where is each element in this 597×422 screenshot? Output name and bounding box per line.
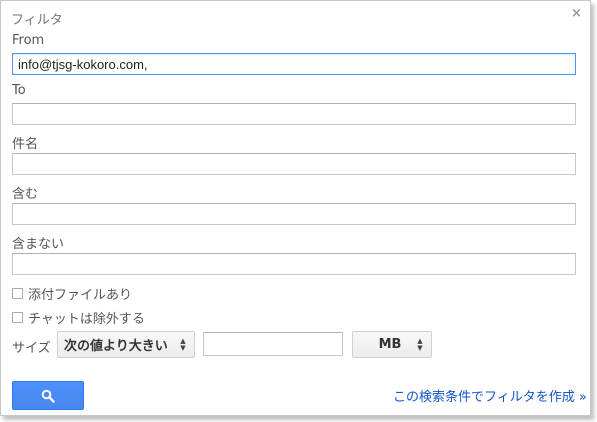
- size-unit-value: MB: [378, 337, 402, 352]
- size-comparator-select[interactable]: 次の値より大きい ▲ ▼: [57, 331, 195, 358]
- updown-arrows-icon: ▲ ▼: [180, 336, 186, 352]
- search-icon: [41, 389, 55, 403]
- size-comparator-value: 次の値より大きい: [64, 339, 168, 354]
- doesnt-have-field[interactable]: [12, 253, 576, 275]
- to-field[interactable]: [12, 103, 576, 125]
- dialog-title: フィルタ: [11, 13, 63, 28]
- create-filter-link[interactable]: この検索条件でフィルタを作成 »: [393, 386, 587, 405]
- updown-arrows-icon: ▲ ▼: [417, 336, 423, 352]
- has-attachment-checkbox[interactable]: [12, 287, 23, 299]
- from-field[interactable]: [12, 53, 576, 75]
- has-words-field[interactable]: [12, 203, 576, 225]
- filter-dialog: フィルタ × From To 件名 含む 含まない 添付ファイルあり チャットは…: [0, 0, 591, 416]
- has-attachment-option[interactable]: 添付ファイルあり: [12, 285, 133, 303]
- has-words-label: 含む: [12, 187, 39, 202]
- from-label: From: [12, 33, 45, 48]
- exclude-chats-label: チャットは除外する: [28, 311, 145, 327]
- close-icon[interactable]: ×: [571, 6, 582, 21]
- subject-label: 件名: [12, 137, 39, 152]
- subject-field[interactable]: [12, 153, 576, 175]
- size-value-field[interactable]: [203, 332, 343, 356]
- to-label: To: [12, 83, 26, 98]
- exclude-chats-option[interactable]: チャットは除外する: [12, 309, 145, 327]
- exclude-chats-checkbox[interactable]: [12, 311, 23, 323]
- search-button[interactable]: [12, 381, 84, 410]
- size-label: サイズ: [12, 341, 51, 356]
- size-unit-select[interactable]: MB ▲ ▼: [352, 331, 432, 358]
- doesnt-have-label: 含まない: [12, 237, 65, 252]
- has-attachment-label: 添付ファイルあり: [28, 287, 133, 303]
